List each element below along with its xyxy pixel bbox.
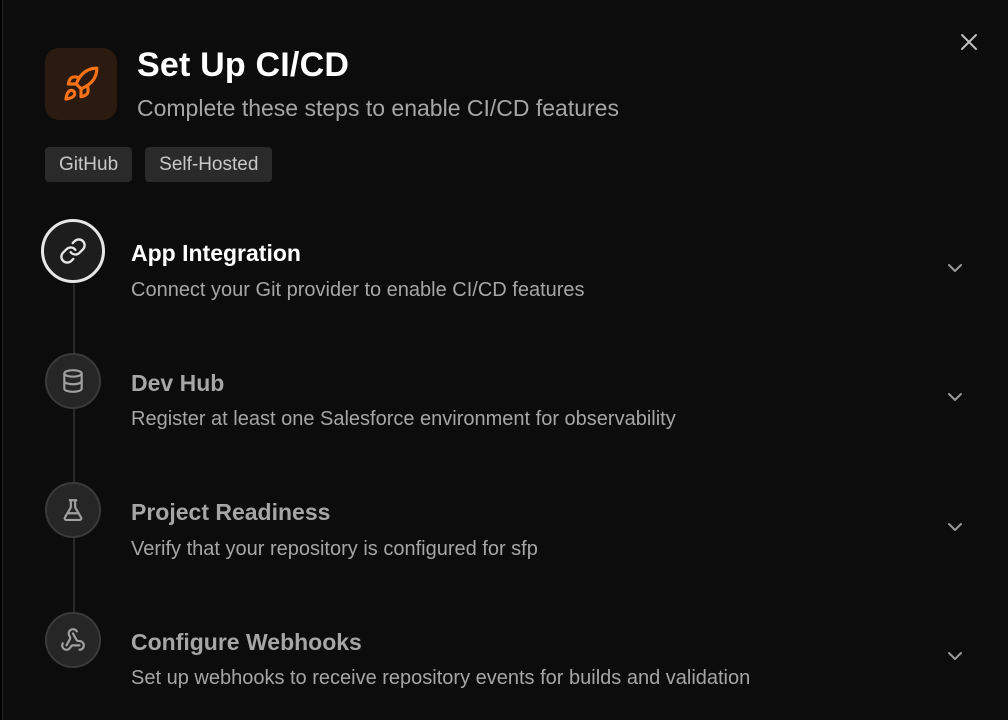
step-app-integration-expand-button[interactable] [941, 254, 969, 282]
database-icon [63, 369, 83, 393]
dialog-title: Set Up CI/CD [137, 46, 350, 84]
step-project-readiness-title[interactable]: Project Readiness [131, 499, 330, 526]
webhook-icon [61, 628, 85, 651]
header-icon-tile [45, 48, 117, 120]
step-dev-hub-title[interactable]: Dev Hub [131, 370, 224, 397]
step-configure-webhooks-indicator[interactable] [45, 612, 101, 668]
step-app-integration-indicator[interactable] [41, 219, 105, 283]
step-project-readiness-description: Verify that your repository is configure… [131, 538, 538, 560]
step-dev-hub-indicator[interactable] [45, 353, 101, 409]
tag-self-hosted: Self-Hosted [145, 147, 273, 182]
setup-dialog: Set Up CI/CD Complete these steps to ena… [2, 0, 1008, 720]
chevron-down-icon [948, 652, 962, 660]
dialog-subtitle: Complete these steps to enable CI/CD fea… [137, 95, 619, 121]
tag-github: GitHub [45, 147, 133, 182]
step-dev-hub-expand-button[interactable] [941, 383, 969, 411]
chevron-down-icon [948, 523, 962, 531]
rocket-icon [64, 66, 99, 101]
chevron-down-icon [948, 393, 962, 401]
step-app-integration-description: Connect your Git provider to enable CI/C… [131, 279, 585, 301]
step-configure-webhooks-description: Set up webhooks to receive repository ev… [131, 667, 751, 689]
flask-icon [63, 499, 83, 522]
link-icon [60, 238, 86, 264]
step-configure-webhooks-title[interactable]: Configure Webhooks [131, 629, 362, 656]
step-app-integration-title[interactable]: App Integration [131, 240, 301, 267]
close-button[interactable] [955, 28, 983, 56]
timeline-connector [73, 284, 75, 630]
step-dev-hub-description: Register at least one Salesforce environ… [131, 408, 676, 430]
step-project-readiness-indicator[interactable] [45, 482, 101, 538]
chevron-down-icon [948, 264, 962, 272]
tag-list: GitHub Self-Hosted [45, 147, 273, 182]
step-project-readiness-expand-button[interactable] [941, 513, 969, 541]
step-configure-webhooks-expand-button[interactable] [941, 642, 969, 670]
close-icon [961, 34, 977, 50]
